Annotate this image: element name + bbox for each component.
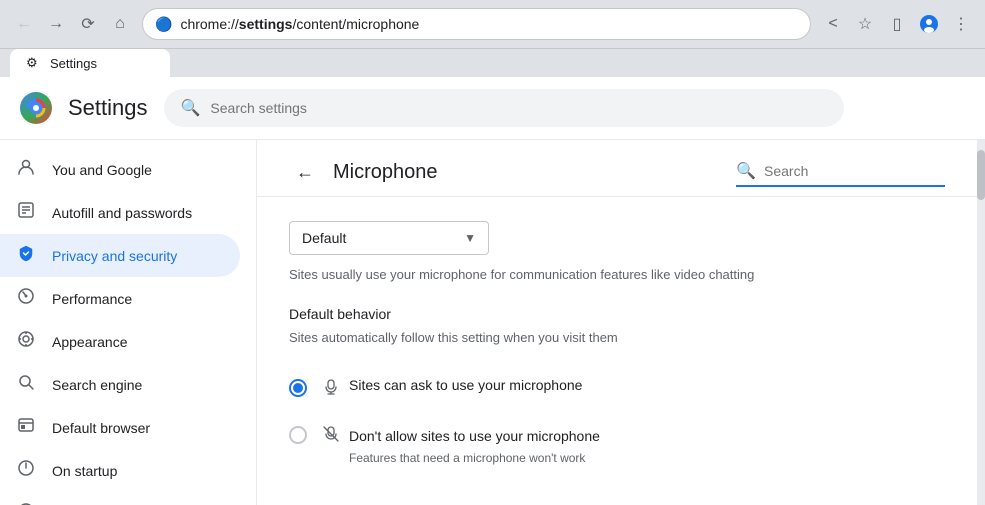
forward-button[interactable]: →: [42, 10, 70, 38]
settings-search-bar[interactable]: 🔍: [164, 89, 844, 127]
performance-icon: [16, 287, 36, 310]
sidebar-item-you-google[interactable]: You and Google: [0, 148, 240, 191]
tab-bar: ⚙ Settings: [0, 49, 985, 77]
content-header: ← Microphone 🔍: [257, 140, 985, 197]
sidebar-item-label: Appearance: [52, 334, 128, 350]
radio-block[interactable]: [289, 426, 307, 444]
settings-tab[interactable]: ⚙ Settings: [10, 49, 170, 77]
settings-logo: [20, 92, 52, 124]
site-icon: 🔵: [155, 16, 172, 33]
address-domain: settings: [239, 16, 293, 32]
settings-title: Settings: [68, 95, 148, 121]
sidebar-item-label: Autofill and passwords: [52, 205, 192, 221]
sidebar-item-performance[interactable]: Performance: [0, 277, 240, 320]
content-body: Default ▼ Sites usually use your microph…: [257, 197, 985, 501]
account-button[interactable]: [915, 10, 943, 38]
radio-option-allow[interactable]: Sites can ask to use your microphone: [289, 365, 945, 412]
sidebar-item-default-browser[interactable]: Default browser: [0, 406, 240, 449]
settings-body: You and Google Autofill and passwords: [0, 140, 985, 505]
sidebar-item-languages[interactable]: Languages: [0, 492, 240, 505]
reload-button[interactable]: ⟳: [74, 10, 102, 38]
content-scrollbar[interactable]: [977, 140, 985, 505]
content-search[interactable]: 🔍: [736, 157, 945, 187]
search-icon: 🔍: [181, 98, 201, 118]
appearance-icon: [16, 330, 36, 353]
default-behavior-desc: Sites automatically follow this setting …: [289, 330, 945, 345]
sidebar-item-label: Search engine: [52, 377, 142, 393]
sidebar-item-privacy[interactable]: Privacy and security: [0, 234, 240, 277]
sidebar-item-label: Privacy and security: [52, 248, 177, 264]
back-button[interactable]: ←: [10, 10, 38, 38]
autofill-icon: [16, 201, 36, 224]
content-area: ← Microphone 🔍 Default ▼ Sites usual: [256, 140, 985, 505]
settings-container: Settings 🔍 You and Google: [0, 77, 985, 505]
sidebar: You and Google Autofill and passwords: [0, 140, 256, 505]
sidebar-item-label: You and Google: [52, 162, 152, 178]
microphone-dropdown-container: Default ▼: [289, 221, 945, 255]
content-search-input[interactable]: [764, 163, 945, 179]
microphone-icon: [323, 379, 339, 400]
sidebar-item-label: On startup: [52, 463, 117, 479]
sidebar-item-appearance[interactable]: Appearance: [0, 320, 240, 363]
radio-content-block: Don't allow sites to use your microphone…: [323, 424, 600, 465]
radio-block-label: Don't allow sites to use your microphone: [349, 428, 600, 444]
home-button[interactable]: ⌂: [106, 10, 134, 38]
radio-allow[interactable]: [289, 379, 307, 397]
sidebar-item-label: Performance: [52, 291, 132, 307]
browser-chrome: ← → ⟳ ⌂ 🔵 chrome://settings/content/micr…: [0, 0, 985, 49]
tab-favicon: ⚙: [26, 55, 42, 71]
default-behavior-title: Default behavior: [289, 306, 945, 322]
person-icon: [16, 158, 36, 181]
radio-allow-label: Sites can ask to use your microphone: [349, 377, 582, 393]
toolbar-actions: < ☆ ▯ ⋮: [819, 10, 975, 38]
tab-label: Settings: [50, 56, 97, 71]
share-button[interactable]: <: [819, 10, 847, 38]
default-browser-icon: [16, 416, 36, 439]
microphone-blocked-icon: [323, 426, 339, 447]
chevron-down-icon: ▼: [464, 231, 476, 245]
scrollbar-thumb: [977, 150, 985, 200]
search-engine-icon: [16, 373, 36, 396]
microphone-description: Sites usually use your microphone for co…: [289, 267, 945, 282]
address-bar[interactable]: 🔵 chrome://settings/content/microphone: [142, 8, 811, 40]
settings-search-input[interactable]: [210, 100, 826, 116]
microphone-dropdown[interactable]: Default ▼: [289, 221, 489, 255]
radio-dot: [293, 383, 303, 393]
radio-block-sublabel: Features that need a microphone won't wo…: [349, 451, 585, 465]
radio-content-allow: Sites can ask to use your microphone: [323, 377, 582, 400]
sidebar-item-search-engine[interactable]: Search engine: [0, 363, 240, 406]
settings-header: Settings 🔍: [0, 77, 985, 140]
sidebar-item-on-startup[interactable]: On startup: [0, 449, 240, 492]
sidebar-item-label: Default browser: [52, 420, 150, 436]
content-back-button[interactable]: ←: [289, 156, 321, 188]
shield-icon: [16, 244, 36, 267]
content-search-icon: 🔍: [736, 161, 756, 181]
content-title-row: ← Microphone: [289, 156, 438, 188]
address-text: chrome://settings/content/microphone: [180, 16, 798, 32]
sidebar-toggle-button[interactable]: ▯: [883, 10, 911, 38]
bookmark-button[interactable]: ☆: [851, 10, 879, 38]
menu-button[interactable]: ⋮: [947, 10, 975, 38]
radio-option-block[interactable]: Don't allow sites to use your microphone…: [289, 412, 945, 477]
dropdown-value: Default: [302, 230, 346, 246]
nav-buttons: ← → ⟳ ⌂: [10, 10, 134, 38]
sidebar-item-autofill[interactable]: Autofill and passwords: [0, 191, 240, 234]
startup-icon: [16, 459, 36, 482]
page-title: Microphone: [333, 161, 438, 184]
